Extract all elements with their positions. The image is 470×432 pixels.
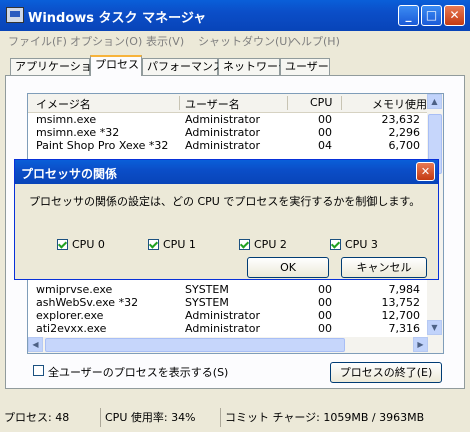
show-all-users-label[interactable]: 全ユーザーのプロセスを表示する(S) [48, 364, 228, 380]
dialog-description: プロセッサの関係の設定は、どの CPU でプロセスを実行するかを制御します。 [29, 195, 421, 208]
list-header: イメージ名 ユーザー名 CPU メモリ使用量 [28, 94, 438, 113]
status-cpu-usage: CPU 使用率: 34% [100, 408, 210, 427]
maximize-button[interactable]: □ [421, 5, 442, 26]
row-memory: 6,700 [388, 139, 421, 152]
row-image-name: explorer.exe [36, 309, 104, 322]
end-process-button[interactable]: プロセスの終了(E) [330, 362, 442, 383]
row-cpu: 04 [318, 139, 332, 152]
menu-file[interactable]: ファイル(F) [8, 33, 67, 49]
cpu0-checkbox[interactable] [57, 239, 68, 250]
ok-button[interactable]: OK [247, 257, 329, 278]
row-cpu: 00 [318, 126, 332, 139]
table-row[interactable]: explorer.exe Administrator 00 12,700 [28, 310, 428, 322]
row-cpu: 00 [318, 283, 332, 296]
tab-processes[interactable]: プロセス [90, 55, 142, 76]
table-row[interactable]: wmiprvse.exe SYSTEM 00 7,984 [28, 284, 428, 296]
menu-bar: ファイル(F) オプション(O) 表示(V) シャットダウン(U) ヘルプ(H) [0, 31, 470, 49]
row-user-name: Administrator [185, 322, 260, 335]
scroll-thumb[interactable] [45, 338, 345, 352]
status-commit-charge: コミット チャージ: 1059MB / 3963MB [220, 408, 465, 427]
row-memory: 7,316 [388, 322, 421, 335]
menu-help[interactable]: ヘルプ(H) [290, 33, 340, 49]
dialog-close-button[interactable]: ✕ [416, 162, 435, 181]
table-row[interactable]: msimn.exe Administrator 00 23,632 [28, 114, 428, 126]
cpu3-label[interactable]: CPU 3 [345, 238, 378, 251]
row-cpu: 00 [318, 113, 332, 126]
row-user-name: Administrator [185, 139, 260, 152]
dialog-title-bar[interactable]: プロセッサの関係 ✕ [15, 160, 438, 184]
row-image-name: wmiprvse.exe [36, 283, 113, 296]
cpu2-checkbox[interactable] [239, 239, 250, 250]
cpu1-label[interactable]: CPU 1 [163, 238, 196, 251]
row-image-name: msimn.exe [36, 113, 97, 126]
row-user-name: Administrator [185, 113, 260, 126]
scroll-left-button[interactable]: ◀ [28, 337, 43, 352]
cpu0-label[interactable]: CPU 0 [72, 238, 105, 251]
window-title: Windows タスク マネージャ [28, 11, 207, 26]
column-divider[interactable] [179, 96, 180, 110]
status-bar: プロセス: 48 CPU 使用率: 34% コミット チャージ: 1059MB … [0, 405, 470, 432]
menu-options[interactable]: オプション(O) [70, 33, 142, 49]
close-button[interactable]: ✕ [444, 5, 465, 26]
row-cpu: 00 [318, 309, 332, 322]
row-memory: 2,296 [388, 126, 421, 139]
table-row[interactable]: Paint Shop Pro Xexe *32 Administrator 04… [28, 140, 428, 152]
row-memory: 23,632 [381, 113, 421, 126]
row-memory: 12,700 [381, 309, 421, 322]
row-user-name: Administrator [185, 309, 260, 322]
row-image-name: ati2evxx.exe [36, 322, 107, 335]
row-user-name: Administrator [185, 126, 260, 139]
scroll-down-button[interactable]: ▼ [427, 320, 442, 335]
column-user-name[interactable]: ユーザー名 [185, 96, 240, 112]
minimize-button[interactable]: _ [398, 5, 419, 26]
row-image-name: msimn.exe *32 [36, 126, 120, 139]
menu-view[interactable]: 表示(V) [146, 33, 184, 49]
column-cpu[interactable]: CPU [310, 96, 332, 109]
cpu2-label[interactable]: CPU 2 [254, 238, 287, 251]
row-cpu: 00 [318, 322, 332, 335]
status-processes: プロセス: 48 [4, 411, 70, 424]
column-divider[interactable] [287, 96, 288, 110]
tab-performance[interactable]: パフォーマンス [142, 58, 224, 75]
cpu1-checkbox[interactable] [148, 239, 159, 250]
title-bar[interactable]: Windows タスク マネージャ _ □ ✕ [0, 0, 470, 31]
row-user-name: SYSTEM [185, 296, 229, 309]
scroll-up-button[interactable]: ▲ [427, 94, 442, 109]
tab-network[interactable]: ネットワーク [218, 58, 289, 75]
cpu3-checkbox[interactable] [330, 239, 341, 250]
row-memory: 7,984 [388, 283, 421, 296]
tab-users[interactable]: ユーザー [280, 58, 330, 75]
dialog-title: プロセッサの関係 [21, 167, 118, 181]
row-memory: 13,752 [381, 296, 421, 309]
row-image-name: Paint Shop Pro Xexe *32 [36, 139, 169, 152]
task-manager-window: Windows タスク マネージャ _ □ ✕ ファイル(F) オプション(O)… [0, 0, 470, 432]
row-user-name: SYSTEM [185, 283, 229, 296]
table-row[interactable]: ati2evxx.exe Administrator 00 7,316 [28, 323, 428, 335]
table-row[interactable]: ashWebSv.exe *32 SYSTEM 00 13,752 [28, 297, 428, 309]
processor-affinity-dialog: プロセッサの関係 ✕ プロセッサの関係の設定は、どの CPU でプロセスを実行す… [14, 159, 439, 280]
show-all-users-checkbox[interactable] [33, 365, 44, 376]
tab-applications[interactable]: アプリケーション [10, 58, 103, 75]
cancel-button[interactable]: キャンセル [341, 257, 427, 278]
task-manager-icon [6, 7, 24, 23]
horizontal-scrollbar[interactable]: ◀ ▶ [28, 337, 428, 353]
row-image-name: ashWebSv.exe *32 [36, 296, 139, 309]
row-cpu: 00 [318, 296, 332, 309]
table-row[interactable]: msimn.exe *32 Administrator 00 2,296 [28, 127, 428, 139]
column-divider[interactable] [341, 96, 342, 110]
scroll-right-button[interactable]: ▶ [413, 337, 428, 352]
column-image-name[interactable]: イメージ名 [36, 96, 91, 112]
menu-shutdown[interactable]: シャットダウン(U) [198, 33, 292, 49]
